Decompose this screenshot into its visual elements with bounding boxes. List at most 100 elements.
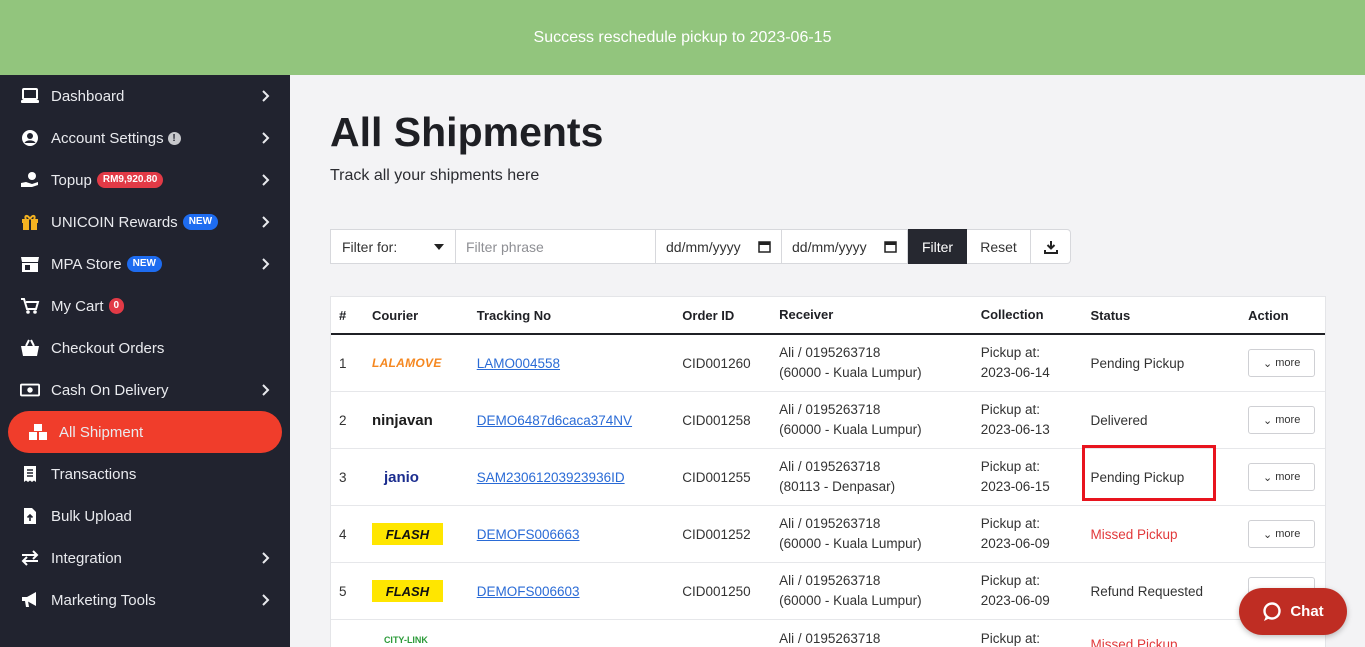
sidebar-item-dashboard[interactable]: Dashboard — [0, 75, 290, 117]
filter-for-select[interactable]: Filter for: — [330, 229, 456, 264]
receiver-name: Ali / 0195263718 — [779, 516, 881, 531]
receiver-name: Ali / 0195263718 — [779, 573, 881, 588]
receiver-name: Ali / 0195263718 — [779, 345, 881, 360]
receiver-cell: Ali / 0195263718 — [779, 629, 981, 647]
col-header-tracking: Tracking No — [476, 307, 552, 323]
reset-button[interactable]: Reset — [967, 229, 1031, 264]
sidebar-item-unicoin-rewards[interactable]: UNICOIN Rewards NEW — [0, 201, 290, 243]
info-icon: ! — [167, 131, 181, 145]
sidebar-item-label: All Shipment — [59, 423, 144, 441]
gift-icon — [20, 212, 40, 232]
sidebar-item-transactions[interactable]: Transactions — [0, 453, 290, 495]
banner-message: Success reschedule pickup to 2023-06-15 — [533, 28, 832, 46]
tracking-link[interactable]: DEMOFS006603 — [477, 584, 580, 599]
sidebar-item-label: Cash On Delivery — [51, 381, 169, 399]
col-header-collection: Collection — [980, 307, 1044, 322]
flash-logo: FLASH — [371, 580, 443, 602]
collection-cell: Pickup at: 2023-06-09 — [981, 571, 1091, 611]
cart-count-badge: 0 — [108, 298, 125, 314]
main-content: All Shipments Track all your shipments h… — [290, 75, 1365, 647]
collection-cell: Pickup at: — [981, 629, 1091, 647]
collection-date: 2023-06-09 — [980, 536, 1050, 551]
page-subtitle: Track all your shipments here — [330, 167, 540, 184]
order-id: CID001255 — [682, 469, 751, 485]
download-button[interactable] — [1031, 229, 1071, 264]
tracking-link[interactable]: DEMO6487d6caca374NV — [477, 413, 632, 428]
more-button[interactable]: ⌄ more — [1248, 349, 1316, 377]
sidebar-item-account-settings[interactable]: Account Settings ! — [0, 117, 290, 159]
sidebar-item-checkout-orders[interactable]: Checkout Orders — [0, 327, 290, 369]
store-icon — [20, 254, 40, 274]
col-header-order-id: Order ID — [682, 307, 735, 323]
more-button[interactable]: ⌄ more — [1248, 463, 1316, 491]
download-icon — [1043, 240, 1058, 254]
sidebar-item-bulk-upload[interactable]: Bulk Upload — [0, 495, 290, 537]
tracking-link[interactable]: SAM23061203923936ID — [477, 470, 625, 485]
status-highlight-box — [1082, 445, 1216, 501]
chevron-right-icon — [262, 132, 270, 144]
filter-button[interactable]: Filter — [908, 229, 967, 264]
laptop-icon — [20, 86, 40, 106]
sidebar-item-my-cart[interactable]: My Cart 0 — [0, 285, 290, 327]
exchange-icon — [20, 548, 40, 568]
status-text: Refund Requested — [1090, 583, 1204, 599]
receiver-location: (60000 - Kuala Lumpur) — [779, 593, 922, 608]
collection-label: Pickup at: — [980, 516, 1040, 531]
status-text: Missed Pickup — [1090, 637, 1178, 647]
boxes-icon — [28, 422, 48, 442]
chevron-right-icon — [262, 552, 270, 564]
sidebar-item-cash-on-delivery[interactable]: Cash On Delivery — [0, 369, 290, 411]
chevron-right-icon — [262, 174, 270, 186]
more-label: more — [1275, 528, 1301, 540]
sidebar-item-marketing-tools[interactable]: Marketing Tools — [0, 579, 290, 621]
cart-icon — [20, 296, 40, 316]
caret-down-icon — [434, 243, 444, 250]
date-to-input[interactable]: dd/mm/yyyy — [782, 229, 908, 264]
tracking-link[interactable]: DEMOFS006663 — [477, 527, 580, 542]
more-label: more — [1275, 471, 1301, 483]
receiver-cell: Ali / 0195263718 (80113 - Denpasar) — [779, 457, 981, 497]
courier-logo-flash: FLASH — [371, 523, 477, 545]
date-from-input[interactable]: dd/mm/yyyy — [656, 229, 782, 264]
tracking-link[interactable]: LAMO004558 — [477, 356, 560, 371]
receiver-name: Ali / 0195263718 — [779, 631, 881, 646]
receiver-location: (60000 - Kuala Lumpur) — [779, 365, 922, 380]
new-badge: NEW — [182, 214, 219, 230]
new-badge: NEW — [126, 256, 162, 272]
col-header-action: Action — [1248, 307, 1289, 323]
sidebar-item-topup[interactable]: Topup RM9,920.80 — [0, 159, 290, 201]
receiver-cell: Ali / 0195263718 (60000 - Kuala Lumpur) — [779, 571, 981, 611]
courier-logo-citylink: CITY-LINK — [371, 629, 477, 647]
sidebar: Dashboard Account Settings ! Topup RM9,9… — [0, 75, 290, 647]
table-header: # Courier Tracking No Order ID Receiver … — [331, 297, 1325, 335]
table-row: 4 FLASH DEMOFS006663 CID001252 Ali / 019… — [331, 506, 1325, 563]
order-id: CID001252 — [682, 526, 751, 542]
courier-logo-flash: FLASH — [371, 580, 477, 602]
chevron-down-icon: ⌄ — [1262, 357, 1273, 370]
receiver-name: Ali / 0195263718 — [779, 459, 881, 474]
basket-icon — [20, 338, 40, 358]
chat-button[interactable]: Chat — [1239, 588, 1347, 635]
sidebar-item-all-shipment[interactable]: All Shipment — [8, 411, 282, 453]
chevron-right-icon — [262, 594, 270, 606]
more-label: more — [1275, 357, 1301, 369]
more-button[interactable]: ⌄ more — [1248, 406, 1316, 434]
sidebar-item-label: Integration — [51, 549, 122, 567]
col-header-courier: Courier — [371, 307, 419, 323]
filter-phrase-input[interactable] — [456, 229, 656, 264]
ninjavan-logo: ninjavan — [371, 411, 433, 429]
sidebar-item-label: Account Settings — [51, 129, 164, 147]
more-button[interactable]: ⌄ more — [1248, 520, 1316, 548]
sidebar-item-label: Dashboard — [51, 87, 125, 105]
sidebar-item-integration[interactable]: Integration — [0, 537, 290, 579]
date-from-placeholder: dd/mm/yyyy — [666, 238, 741, 255]
more-label: more — [1275, 414, 1301, 426]
flash-logo: FLASH — [371, 523, 443, 545]
status-text: Pending Pickup — [1090, 355, 1185, 371]
sidebar-item-label: Marketing Tools — [51, 591, 156, 609]
chevron-right-icon — [262, 216, 270, 228]
courier-logo-lalamove: LALAMOVE — [371, 352, 477, 374]
sidebar-item-mpa-store[interactable]: MPA Store NEW — [0, 243, 290, 285]
status-text: Delivered — [1090, 412, 1148, 428]
row-num: 2 — [339, 412, 347, 428]
